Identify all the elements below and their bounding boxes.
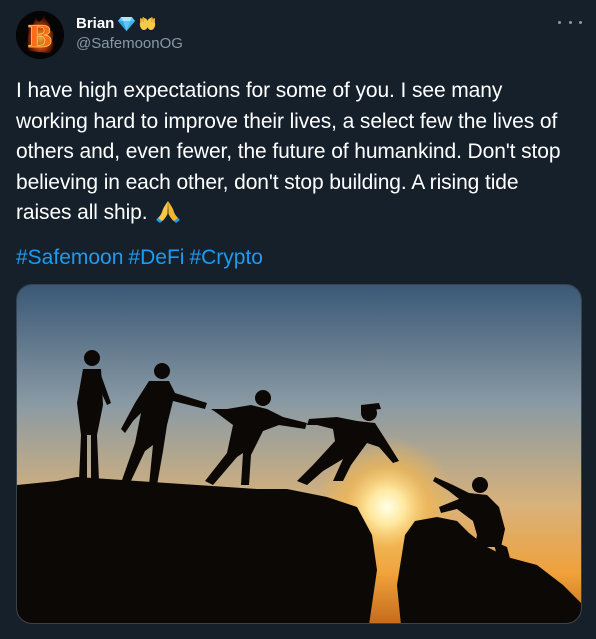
tweet-text: I have high expectations for some of you… <box>16 76 576 229</box>
open-hands-icon <box>140 16 156 30</box>
hashtag-link[interactable]: #DeFi <box>128 246 184 269</box>
hashtag-link[interactable]: #Safemoon <box>16 246 123 269</box>
name-row: Brian <box>76 13 183 33</box>
user-info: Brian @SafemoonOG <box>76 13 183 53</box>
avatar-letter: B <box>27 20 52 55</box>
tweet-photo[interactable] <box>16 284 582 624</box>
user-handle[interactable]: @SafemoonOG <box>76 35 183 52</box>
hashtag-link[interactable]: #Crypto <box>189 246 263 269</box>
tweet-body: I have high expectations for some of you… <box>16 79 561 224</box>
hashtag-list: #Safemoon #DeFi #Crypto <box>16 243 268 273</box>
more-options-icon[interactable] <box>558 14 582 30</box>
silhouettes-helping-climb-photo <box>17 285 581 623</box>
display-name[interactable]: Brian <box>76 15 114 32</box>
tweet: B Brian @SafemoonOG I have high expectat… <box>0 0 596 639</box>
praying-hands-icon <box>156 201 181 223</box>
avatar[interactable]: B <box>16 11 64 59</box>
flaming-b-logo-icon: B <box>16 11 64 59</box>
gem-icon <box>118 16 136 31</box>
